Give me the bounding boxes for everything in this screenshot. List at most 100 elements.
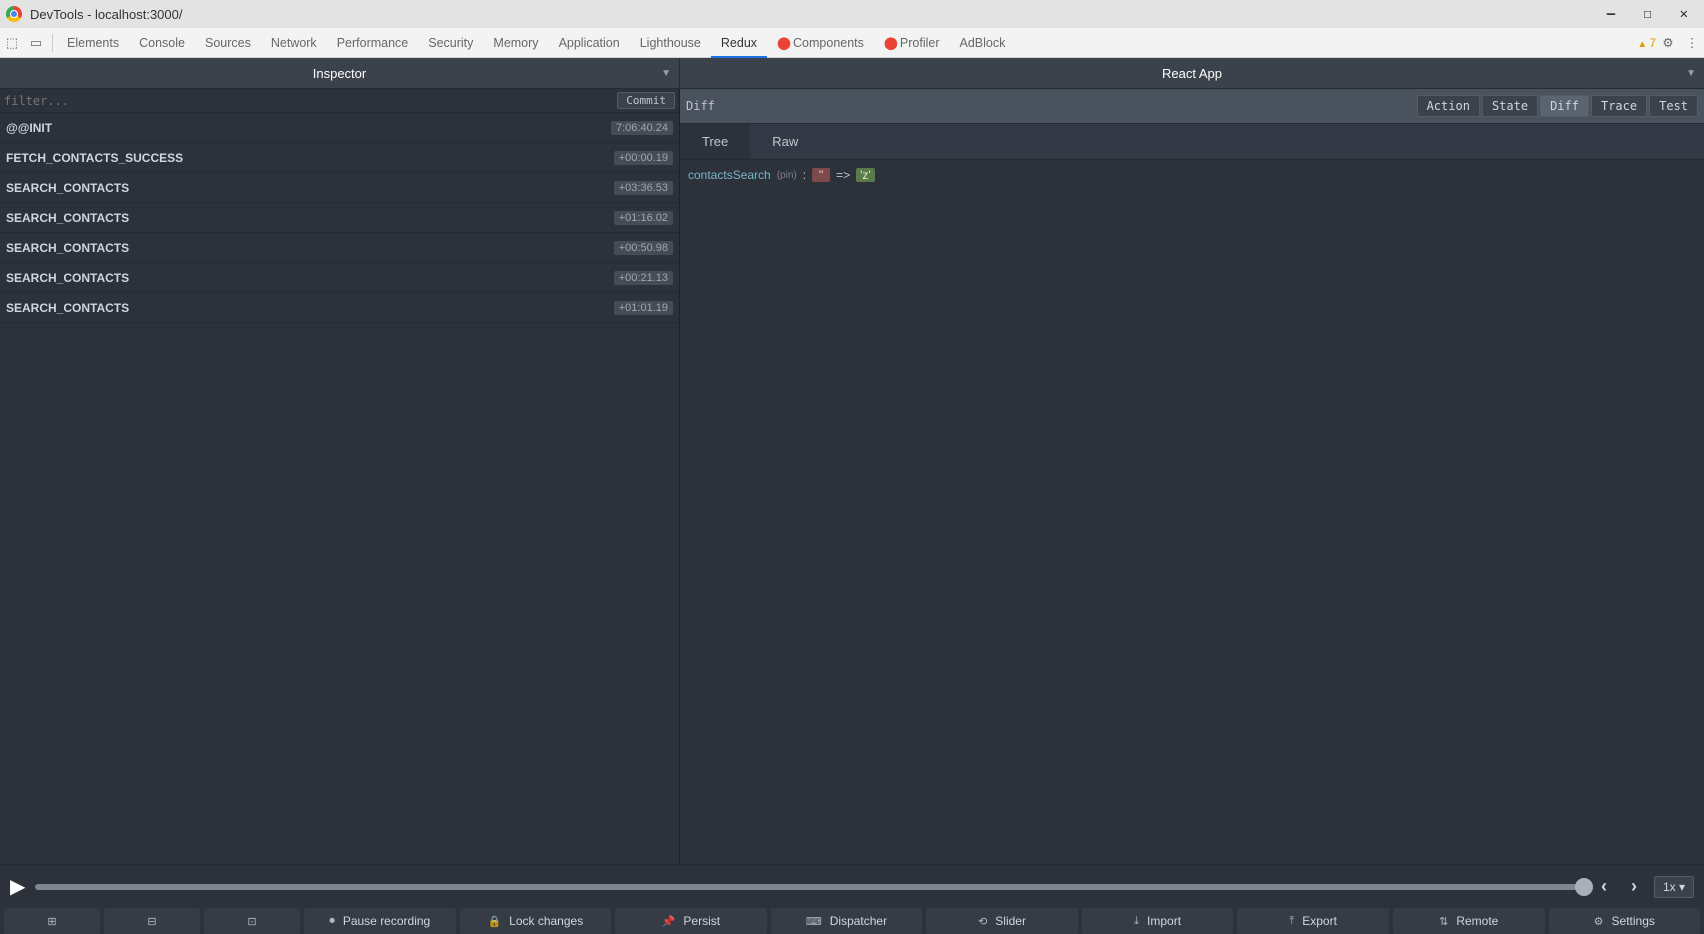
- redux-panel-header: Inspector ▼ React App ▼: [0, 58, 1704, 89]
- import-button[interactable]: ⤓ Import: [1082, 908, 1234, 934]
- tab-profiler[interactable]: ⬤Profiler: [874, 28, 950, 58]
- play-icon[interactable]: ▶: [10, 874, 25, 899]
- slider-button[interactable]: ⟲ Slider: [926, 908, 1078, 934]
- diff-key: contactsSearch: [688, 168, 771, 182]
- panel-bottom-icon: ⊟: [147, 915, 156, 928]
- chrome-icon: [6, 6, 22, 22]
- maximize-icon[interactable]: ☐: [1643, 6, 1651, 22]
- minimize-icon[interactable]: —: [1607, 6, 1615, 22]
- tab-lighthouse[interactable]: Lighthouse: [630, 28, 711, 58]
- detail-pane: Diff ActionStateDiffTraceTest TreeRaw co…: [680, 89, 1704, 864]
- import-label: Import: [1147, 914, 1181, 928]
- settings-icon: ⚙: [1594, 915, 1604, 928]
- action-row[interactable]: FETCH_CONTACTS_SUCCESS+00:00.19: [0, 143, 679, 173]
- action-row[interactable]: SEARCH_CONTACTS+00:21.13: [0, 263, 679, 293]
- tab-elements[interactable]: Elements: [57, 28, 129, 58]
- tab-performance[interactable]: Performance: [327, 28, 419, 58]
- action-time: +01:01.19: [614, 301, 673, 315]
- step-back-icon[interactable]: ‹: [1594, 876, 1614, 897]
- device-icon[interactable]: ▭: [24, 35, 48, 51]
- pause-recording-label: Pause recording: [343, 914, 430, 928]
- inspector-header[interactable]: Inspector ▼: [0, 58, 680, 88]
- panel-left-button[interactable]: ⊞: [4, 908, 100, 934]
- detail-header: Diff ActionStateDiffTraceTest: [680, 89, 1704, 124]
- slider-icon: ⟲: [978, 915, 987, 928]
- diff-removed: '': [812, 168, 830, 182]
- tab-console[interactable]: Console: [129, 28, 195, 58]
- diff-added: 'z': [856, 168, 875, 182]
- tab-security[interactable]: Security: [418, 28, 483, 58]
- action-row[interactable]: SEARCH_CONTACTS+01:16.02: [0, 203, 679, 233]
- chevron-down-icon[interactable]: ▼: [1686, 68, 1696, 79]
- view-diff-button[interactable]: Diff: [1540, 95, 1589, 117]
- dispatcher-label: Dispatcher: [830, 914, 887, 928]
- view-action-button[interactable]: Action: [1417, 95, 1480, 117]
- tab-redux[interactable]: Redux: [711, 28, 767, 58]
- action-row[interactable]: @@INIT7:06:40.24: [0, 113, 679, 143]
- settings-button[interactable]: ⚙Settings: [1549, 908, 1701, 934]
- detail-title: Diff: [686, 99, 715, 113]
- window-title: DevTools - localhost:3000/: [30, 7, 182, 22]
- action-name: FETCH_CONTACTS_SUCCESS: [6, 151, 614, 165]
- lock-changes-button[interactable]: 🔒Lock changes: [460, 908, 612, 934]
- export-label: Export: [1302, 914, 1337, 928]
- action-name: SEARCH_CONTACTS: [6, 301, 614, 315]
- panel-bottom-button[interactable]: ⊟: [104, 908, 200, 934]
- action-row[interactable]: SEARCH_CONTACTS+00:50.98: [0, 233, 679, 263]
- dispatcher-button[interactable]: ⌨Dispatcher: [771, 908, 923, 934]
- tab-adblock[interactable]: AdBlock: [950, 28, 1016, 58]
- titlebar: DevTools - localhost:3000/ — ☐ ✕: [0, 0, 1704, 28]
- action-row[interactable]: SEARCH_CONTACTS+01:01.19: [0, 293, 679, 323]
- action-name: SEARCH_CONTACTS: [6, 271, 614, 285]
- tab-application[interactable]: Application: [549, 28, 630, 58]
- action-row[interactable]: SEARCH_CONTACTS+03:36.53: [0, 173, 679, 203]
- instance-header[interactable]: React App ▼: [680, 58, 1704, 88]
- timeline-handle[interactable]: [1575, 878, 1593, 896]
- filter-input[interactable]: [0, 94, 617, 108]
- tab-network[interactable]: Network: [261, 28, 327, 58]
- lock-changes-label: Lock changes: [509, 914, 583, 928]
- gear-icon[interactable]: ⚙: [1656, 35, 1680, 50]
- subtab-row: TreeRaw: [680, 124, 1704, 160]
- timeline: ▶ ‹ › 1x ▾: [0, 864, 1704, 908]
- remote-label: Remote: [1456, 914, 1498, 928]
- redux-main: Commit @@INIT7:06:40.24FETCH_CONTACTS_SU…: [0, 89, 1704, 864]
- subtab-tree[interactable]: Tree: [680, 124, 750, 159]
- export-button[interactable]: ⤒Export: [1237, 908, 1389, 934]
- panel-right-button[interactable]: ⊡: [204, 908, 300, 934]
- speed-select[interactable]: 1x ▾: [1654, 876, 1694, 898]
- warning-count[interactable]: 7: [1637, 36, 1656, 50]
- inspect-icon[interactable]: ⬚: [0, 35, 24, 51]
- kebab-icon[interactable]: ⋮: [1680, 35, 1704, 50]
- persist-icon: 📌: [662, 915, 676, 928]
- bottombar: ⊞ ⊟ ⊡⏺Pause recording🔒Lock changes 📌 Persist…: [0, 908, 1704, 934]
- close-icon[interactable]: ✕: [1680, 6, 1688, 22]
- step-forward-icon[interactable]: ›: [1624, 876, 1644, 897]
- view-state-button[interactable]: State: [1482, 95, 1538, 117]
- remote-button[interactable]: ⇅Remote: [1393, 908, 1545, 934]
- persist-button[interactable]: 📌 Persist: [615, 908, 767, 934]
- pause-recording-button[interactable]: ⏺Pause recording: [304, 908, 456, 934]
- action-name: @@INIT: [6, 121, 611, 135]
- subtab-raw[interactable]: Raw: [750, 124, 820, 159]
- action-name: SEARCH_CONTACTS: [6, 181, 614, 195]
- action-time: +01:16.02: [614, 211, 673, 225]
- view-trace-button[interactable]: Trace: [1591, 95, 1647, 117]
- pin-label[interactable]: (pin): [777, 170, 797, 181]
- action-time: +00:50.98: [614, 241, 673, 255]
- view-test-button[interactable]: Test: [1649, 95, 1698, 117]
- tab-memory[interactable]: Memory: [483, 28, 548, 58]
- diff-body: contactsSearch (pin): '' => 'z': [680, 160, 1704, 864]
- action-list-pane: Commit @@INIT7:06:40.24FETCH_CONTACTS_SU…: [0, 89, 680, 864]
- timeline-track[interactable]: [35, 884, 1584, 890]
- persist-label: Persist: [683, 914, 720, 928]
- tab-components[interactable]: ⬤Components: [767, 28, 874, 58]
- tab-sources[interactable]: Sources: [195, 28, 261, 58]
- panel-left-icon: ⊞: [47, 915, 56, 928]
- import-icon: ⤓: [1134, 915, 1139, 928]
- chevron-down-icon[interactable]: ▼: [661, 68, 671, 79]
- diff-line: contactsSearch (pin): '' => 'z': [688, 168, 1696, 182]
- slider-label: Slider: [995, 914, 1026, 928]
- action-time: +00:21.13: [614, 271, 673, 285]
- commit-button[interactable]: Commit: [617, 92, 675, 109]
